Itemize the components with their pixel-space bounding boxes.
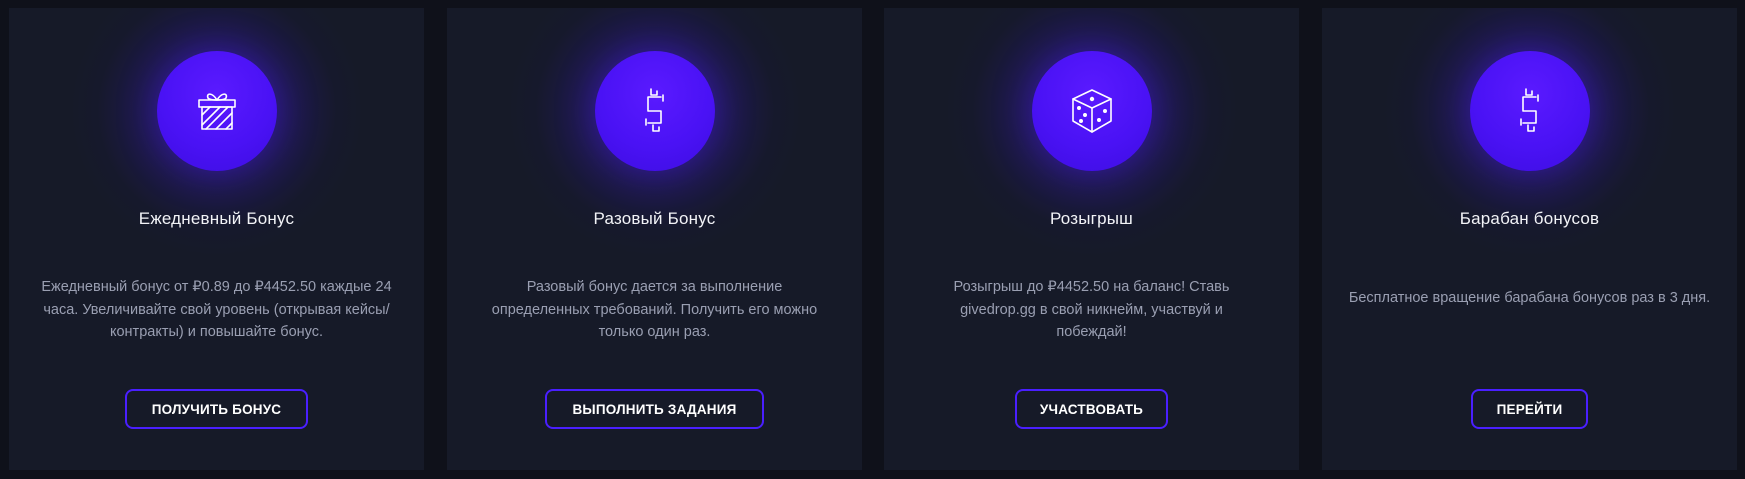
gift-icon (194, 88, 240, 134)
one-time-bonus-card: Разовый Бонус Разовый бонус дается за вы… (447, 8, 862, 470)
daily-bonus-card: Ежедневный Бонус Ежедневный бонус от ₽0.… (9, 8, 424, 470)
dollar-icon (635, 85, 675, 137)
icon-badge (1031, 51, 1152, 171)
card-title: Ежедневный Бонус (138, 209, 295, 228)
giveaway-card: Розыгрыш Розыгрыш до ₽4452.50 на баланс!… (884, 8, 1299, 470)
icon-badge (594, 51, 715, 171)
icon-badge (1469, 51, 1590, 171)
card-title: Разовый Бонус (593, 209, 716, 228)
participate-button[interactable]: УЧАСТВОВАТЬ (1015, 389, 1168, 429)
card-title: Розыгрыш (1050, 209, 1133, 228)
complete-tasks-button[interactable]: ВЫПОЛНИТЬ ЗАДАНИЯ (545, 389, 764, 429)
dollar-icon (1510, 85, 1550, 137)
get-bonus-button[interactable]: ПОЛУЧИТЬ БОНУС (125, 389, 308, 429)
card-description: Розыгрыш до ₽4452.50 на баланс! Ставь gi… (953, 279, 1230, 340)
card-description: Ежедневный бонус от ₽0.89 до ₽4452.50 ка… (41, 279, 392, 340)
bonus-wheel-card: Барабан бонусов Бесплатное вращение бара… (1322, 8, 1737, 470)
go-button[interactable]: ПЕРЕЙТИ (1471, 389, 1588, 429)
card-description: Разовый бонус дается за выполнение опред… (491, 279, 818, 340)
bonus-cards-grid: Ежедневный Бонус Ежедневный бонус от ₽0.… (0, 0, 1745, 479)
card-title: Барабан бонусов (1459, 209, 1600, 228)
dice-icon (1067, 86, 1117, 136)
card-description: Бесплатное вращение барабана бонусов раз… (1348, 290, 1711, 306)
icon-badge (156, 51, 277, 171)
